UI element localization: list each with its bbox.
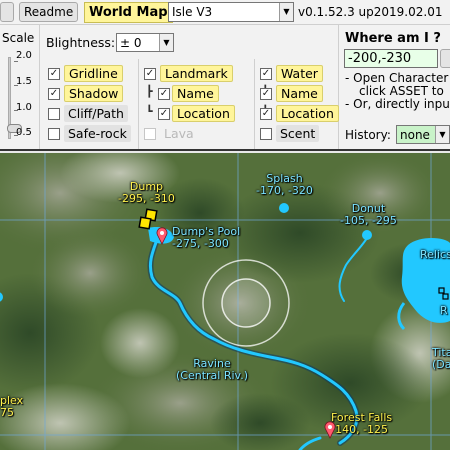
top-toolbar: Readme World Map Isle V3 ▼ v0.1.52.3 up2… — [0, 0, 450, 25]
chevron-down-icon: ▼ — [159, 34, 173, 51]
shadow-label: Shadow — [64, 85, 124, 102]
saferock-checkbox[interactable] — [48, 128, 60, 140]
landmark-label: Landmark — [160, 65, 233, 82]
map-label-ravine: Ravine (Central Riv.) — [176, 357, 248, 382]
go-button[interactable] — [440, 49, 450, 68]
map-label-complex: plex 75 — [0, 394, 24, 419]
landmark-name-checkbox[interactable]: ✓ — [158, 88, 170, 100]
landmark-location-checkbox[interactable]: ✓ — [158, 108, 170, 120]
scent-checkbox[interactable] — [260, 128, 272, 140]
readme-button[interactable]: Readme — [19, 2, 79, 22]
map-label-dump: Dump -295, -310 — [118, 180, 175, 205]
history-value: none — [400, 128, 430, 142]
dumps-pool-pin-icon[interactable] — [156, 227, 168, 245]
map-label-dumps-pool: Dump's Pool -275, -300 — [172, 225, 241, 250]
map-label-splash: Splash -170, -320 — [256, 172, 313, 197]
brightness-value: ± 0 — [120, 36, 142, 50]
where-am-i-title: Where am I ? — [345, 31, 441, 46]
history-label: History: — [345, 128, 391, 142]
scale-control: Scale 2.0 1.5 1.0 0.5 — [0, 25, 40, 149]
gridline-label: Gridline — [64, 65, 123, 82]
map-select-value: Isle V3 — [172, 5, 213, 19]
tree-branch-icon: ┗ — [146, 105, 153, 118]
map-select[interactable]: Isle V3 ▼ — [168, 2, 294, 22]
map-label-relics-r: R — [440, 304, 448, 317]
water-name-checkbox[interactable]: ✓ — [260, 88, 272, 100]
scale-slider[interactable] — [7, 57, 22, 139]
map-label-relics: Relics — [420, 248, 450, 261]
water-location-checkbox[interactable]: ✓ — [260, 108, 272, 120]
world-map[interactable]: Dump -295, -310 Dump's Pool -275, -300 S… — [0, 153, 450, 450]
scale-tick-label: 1.0 — [16, 102, 32, 113]
landmark-name-label: Name — [172, 85, 219, 102]
brightness-label: Blightness: — [46, 35, 116, 50]
water-name-label: Name — [276, 85, 323, 102]
terrain-layer — [0, 153, 450, 450]
scale-title: Scale — [2, 31, 35, 45]
landmark-location-label: Location — [172, 105, 235, 122]
cliff-label: Cliff/Path — [64, 105, 128, 122]
cliff-checkbox[interactable] — [48, 108, 60, 120]
coordinate-input[interactable]: -200,-230 — [344, 49, 438, 68]
tree-branch-icon: ┣ — [146, 85, 153, 98]
water-label: Water — [276, 65, 323, 82]
scale-tick-label: 0.5 — [16, 127, 32, 138]
landmark-checkbox[interactable]: ✓ — [144, 68, 156, 80]
relics-icon — [438, 287, 449, 300]
scale-tick-label: 2.0 — [16, 50, 32, 61]
chevron-down-icon: ▼ — [279, 3, 293, 21]
gridline-checkbox[interactable]: ✓ — [48, 68, 60, 80]
back-button[interactable] — [0, 2, 14, 22]
scale-tick-label: 1.5 — [16, 76, 32, 87]
history-select[interactable]: none ▼ — [396, 125, 450, 144]
map-label-forest-falls: Forest Falls 140, -125 — [331, 411, 393, 436]
brightness-select[interactable]: ± 0 ▼ — [116, 33, 174, 52]
water-location-label: Location — [276, 105, 339, 122]
chevron-down-icon: ▼ — [435, 126, 449, 143]
control-panel: Scale 2.0 1.5 1.0 0.5 Blightness: ± 0 ▼ … — [0, 25, 450, 151]
hint-line-3: - Or, directly inpu — [345, 97, 450, 111]
lava-label: Lava — [164, 126, 194, 141]
scent-label: Scent — [276, 125, 320, 142]
mode-label: World Map — [84, 2, 173, 23]
lava-checkbox — [144, 128, 156, 140]
saferock-label: Safe-rock — [64, 125, 131, 142]
shadow-checkbox[interactable]: ✓ — [48, 88, 60, 100]
map-label-tita: Tita (Da — [432, 346, 450, 371]
version-text: v0.1.52.3 up2019.02.01 — [298, 5, 443, 19]
map-label-donut: Donut -105, -295 — [340, 202, 397, 227]
water-checkbox[interactable]: ✓ — [260, 68, 272, 80]
